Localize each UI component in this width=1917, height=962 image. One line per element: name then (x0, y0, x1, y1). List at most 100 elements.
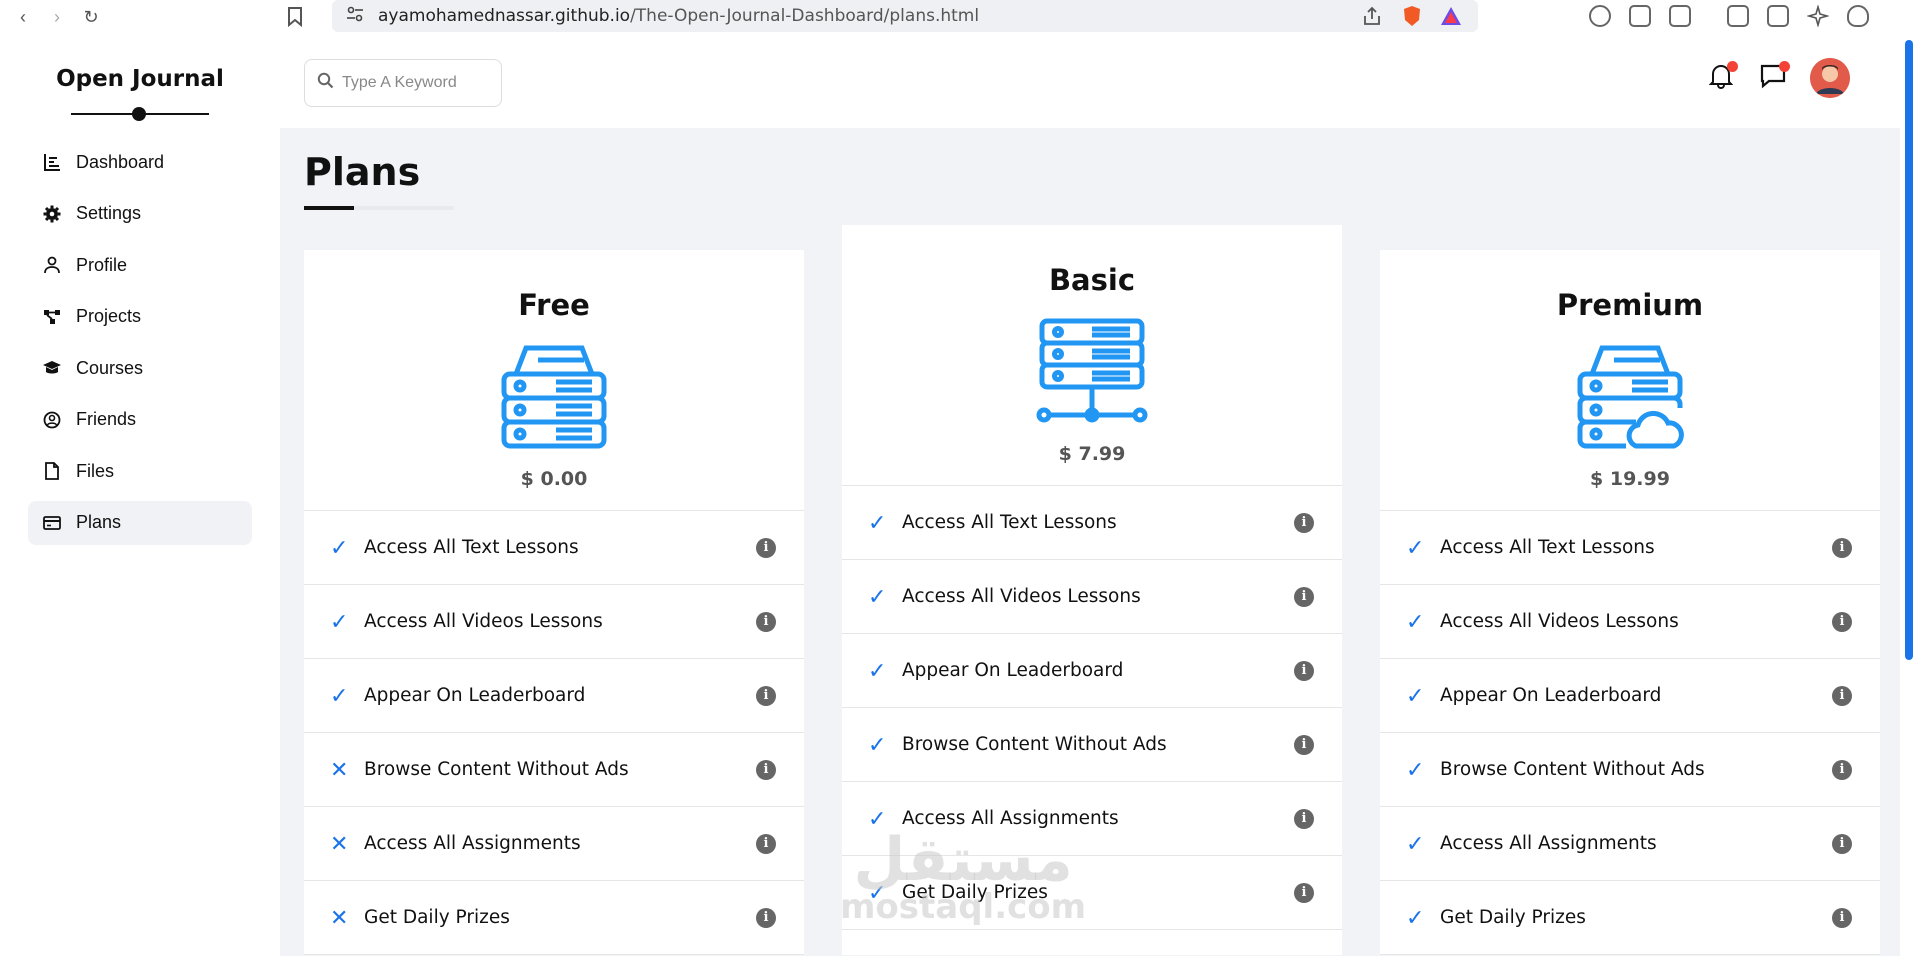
feature-text: Access All Videos Lessons (902, 586, 1141, 607)
feature-text: Appear On Leaderboard (1440, 685, 1662, 706)
info-icon[interactable]: i (756, 611, 776, 632)
info-icon[interactable]: i (756, 759, 776, 780)
avatar[interactable] (1810, 58, 1850, 98)
share-icon[interactable] (1362, 6, 1382, 31)
feature-text: Get Daily Prizes (1440, 907, 1586, 928)
forward-icon[interactable]: › (46, 6, 68, 28)
user-icon (42, 255, 62, 275)
info-icon[interactable]: i (1832, 685, 1852, 706)
check-icon: ✓ (1406, 904, 1425, 930)
site-settings-icon[interactable] (346, 6, 364, 27)
feature-row: ✓ Access All Text Lessons i (842, 486, 1342, 560)
info-icon[interactable]: i (1294, 660, 1314, 681)
watermark-url: mostaql.com (840, 887, 1087, 927)
sidebar-item-friends[interactable]: Friends (28, 398, 252, 442)
plans-grid: Free $ 0.00 ✓ Access All Text Lessons i … (304, 225, 1880, 955)
reload-icon[interactable]: ↻ (80, 6, 102, 28)
feature-row: ✓ Appear On Leaderboard i (304, 659, 804, 733)
back-icon[interactable]: ‹ (12, 6, 34, 28)
info-icon[interactable]: i (756, 537, 776, 558)
sidebar-item-settings[interactable]: Settings (28, 192, 252, 236)
title-underline (304, 206, 454, 210)
browser-toolbar: ‹ › ↻ ayamohamednassar.github.io/The-Ope… (0, 0, 1917, 34)
info-icon[interactable]: i (1832, 611, 1852, 632)
server-cloud-icon (1574, 342, 1686, 454)
sidebar-item-label: Files (76, 460, 115, 481)
sidebar-toggle-icon[interactable] (1727, 5, 1749, 27)
check-icon: ✓ (1406, 534, 1425, 560)
info-icon[interactable]: i (1294, 586, 1314, 607)
gear-icon (42, 204, 62, 224)
bookmark-icon[interactable] (284, 6, 306, 28)
address-bar[interactable]: ayamohamednassar.github.io/The-Open-Jour… (332, 0, 1478, 32)
info-icon[interactable]: i (756, 833, 776, 854)
watermark-arabic: مستقل (853, 825, 1073, 895)
feature-text: Appear On Leaderboard (902, 660, 1124, 681)
info-icon[interactable]: i (1294, 512, 1314, 533)
sidebar-item-projects[interactable]: Projects (28, 295, 252, 339)
sidebar-item-label: Friends (76, 409, 137, 429)
search-input[interactable] (342, 74, 492, 92)
info-icon[interactable]: i (1294, 734, 1314, 755)
info-icon[interactable]: i (756, 685, 776, 706)
server-network-icon (1036, 317, 1148, 429)
feature-text: Access All Text Lessons (1440, 537, 1655, 558)
top-header (280, 38, 1900, 128)
search-box[interactable] (304, 59, 502, 107)
check-icon: ✓ (868, 731, 887, 757)
plan-price: $ 19.99 (1590, 468, 1670, 490)
feature-row: ✓ Browse Content Without Ads i (1380, 733, 1880, 807)
messages-button[interactable] (1758, 61, 1790, 93)
brave-shield-icon[interactable] (1402, 5, 1422, 32)
plan-name: Premium (1556, 288, 1704, 322)
feature-text: Access All Text Lessons (902, 512, 1117, 533)
sidebar-item-plans[interactable]: Plans (28, 500, 252, 545)
sidebar: Open Journal Dashboard Settings Profile … (0, 38, 280, 956)
credit-card-icon (42, 513, 62, 533)
page-scrollbar[interactable] (1905, 40, 1913, 660)
sidebar-item-profile[interactable]: Profile (28, 243, 252, 287)
leo-ai-icon[interactable] (1806, 4, 1830, 28)
check-icon: ✓ (1406, 756, 1425, 782)
info-icon[interactable]: i (1294, 808, 1314, 829)
vpn-icon[interactable] (1847, 5, 1869, 27)
feature-text: Access All Videos Lessons (1440, 611, 1679, 632)
check-icon: ✓ (330, 534, 349, 560)
feature-text: Appear On Leaderboard (364, 685, 586, 706)
sidebar-item-courses[interactable]: Courses (28, 346, 252, 390)
sidebar-item-files[interactable]: Files (28, 449, 252, 493)
feature-row: ✓ Access All Videos Lessons i (304, 585, 804, 659)
logo-divider (71, 104, 209, 124)
extension-icon-2[interactable] (1669, 5, 1691, 27)
sidebar-item-label: Projects (76, 306, 142, 326)
cross-icon: ✕ (330, 830, 349, 856)
check-icon: ✓ (868, 657, 887, 683)
info-icon[interactable]: i (1832, 537, 1852, 558)
watermark: مستقل mostaql.com (840, 830, 1086, 924)
feature-row: ✓ Access All Videos Lessons i (1380, 585, 1880, 659)
extension-icon-1[interactable] (1589, 5, 1611, 27)
graduation-cap-icon (42, 358, 62, 378)
info-icon[interactable]: i (1294, 882, 1314, 903)
info-icon[interactable]: i (1832, 759, 1852, 780)
search-icon (317, 72, 334, 94)
sidebar-item-dashboard[interactable]: Dashboard (28, 140, 252, 184)
brave-rewards-icon[interactable] (1440, 6, 1462, 31)
message-badge (1779, 61, 1790, 72)
check-icon: ✓ (868, 583, 887, 609)
cross-icon: ✕ (330, 904, 349, 930)
info-icon[interactable]: i (1832, 907, 1852, 928)
chart-icon (42, 152, 62, 172)
info-icon[interactable]: i (756, 907, 776, 928)
logo: Open Journal (56, 66, 224, 92)
feature-row: ✓ Access All Videos Lessons i (842, 560, 1342, 634)
notifications-button[interactable] (1706, 61, 1738, 93)
plan-card-premium: Premium $ 19.99 ✓ Access All Text Lesson… (1380, 250, 1880, 955)
sidebar-item-label: Courses (76, 357, 144, 378)
file-icon (42, 461, 62, 481)
extensions-puzzle-icon[interactable] (1629, 5, 1651, 27)
info-icon[interactable]: i (1832, 833, 1852, 854)
check-icon: ✓ (868, 509, 887, 535)
wallet-icon[interactable] (1767, 5, 1789, 27)
plan-price: $ 7.99 (1058, 443, 1126, 465)
